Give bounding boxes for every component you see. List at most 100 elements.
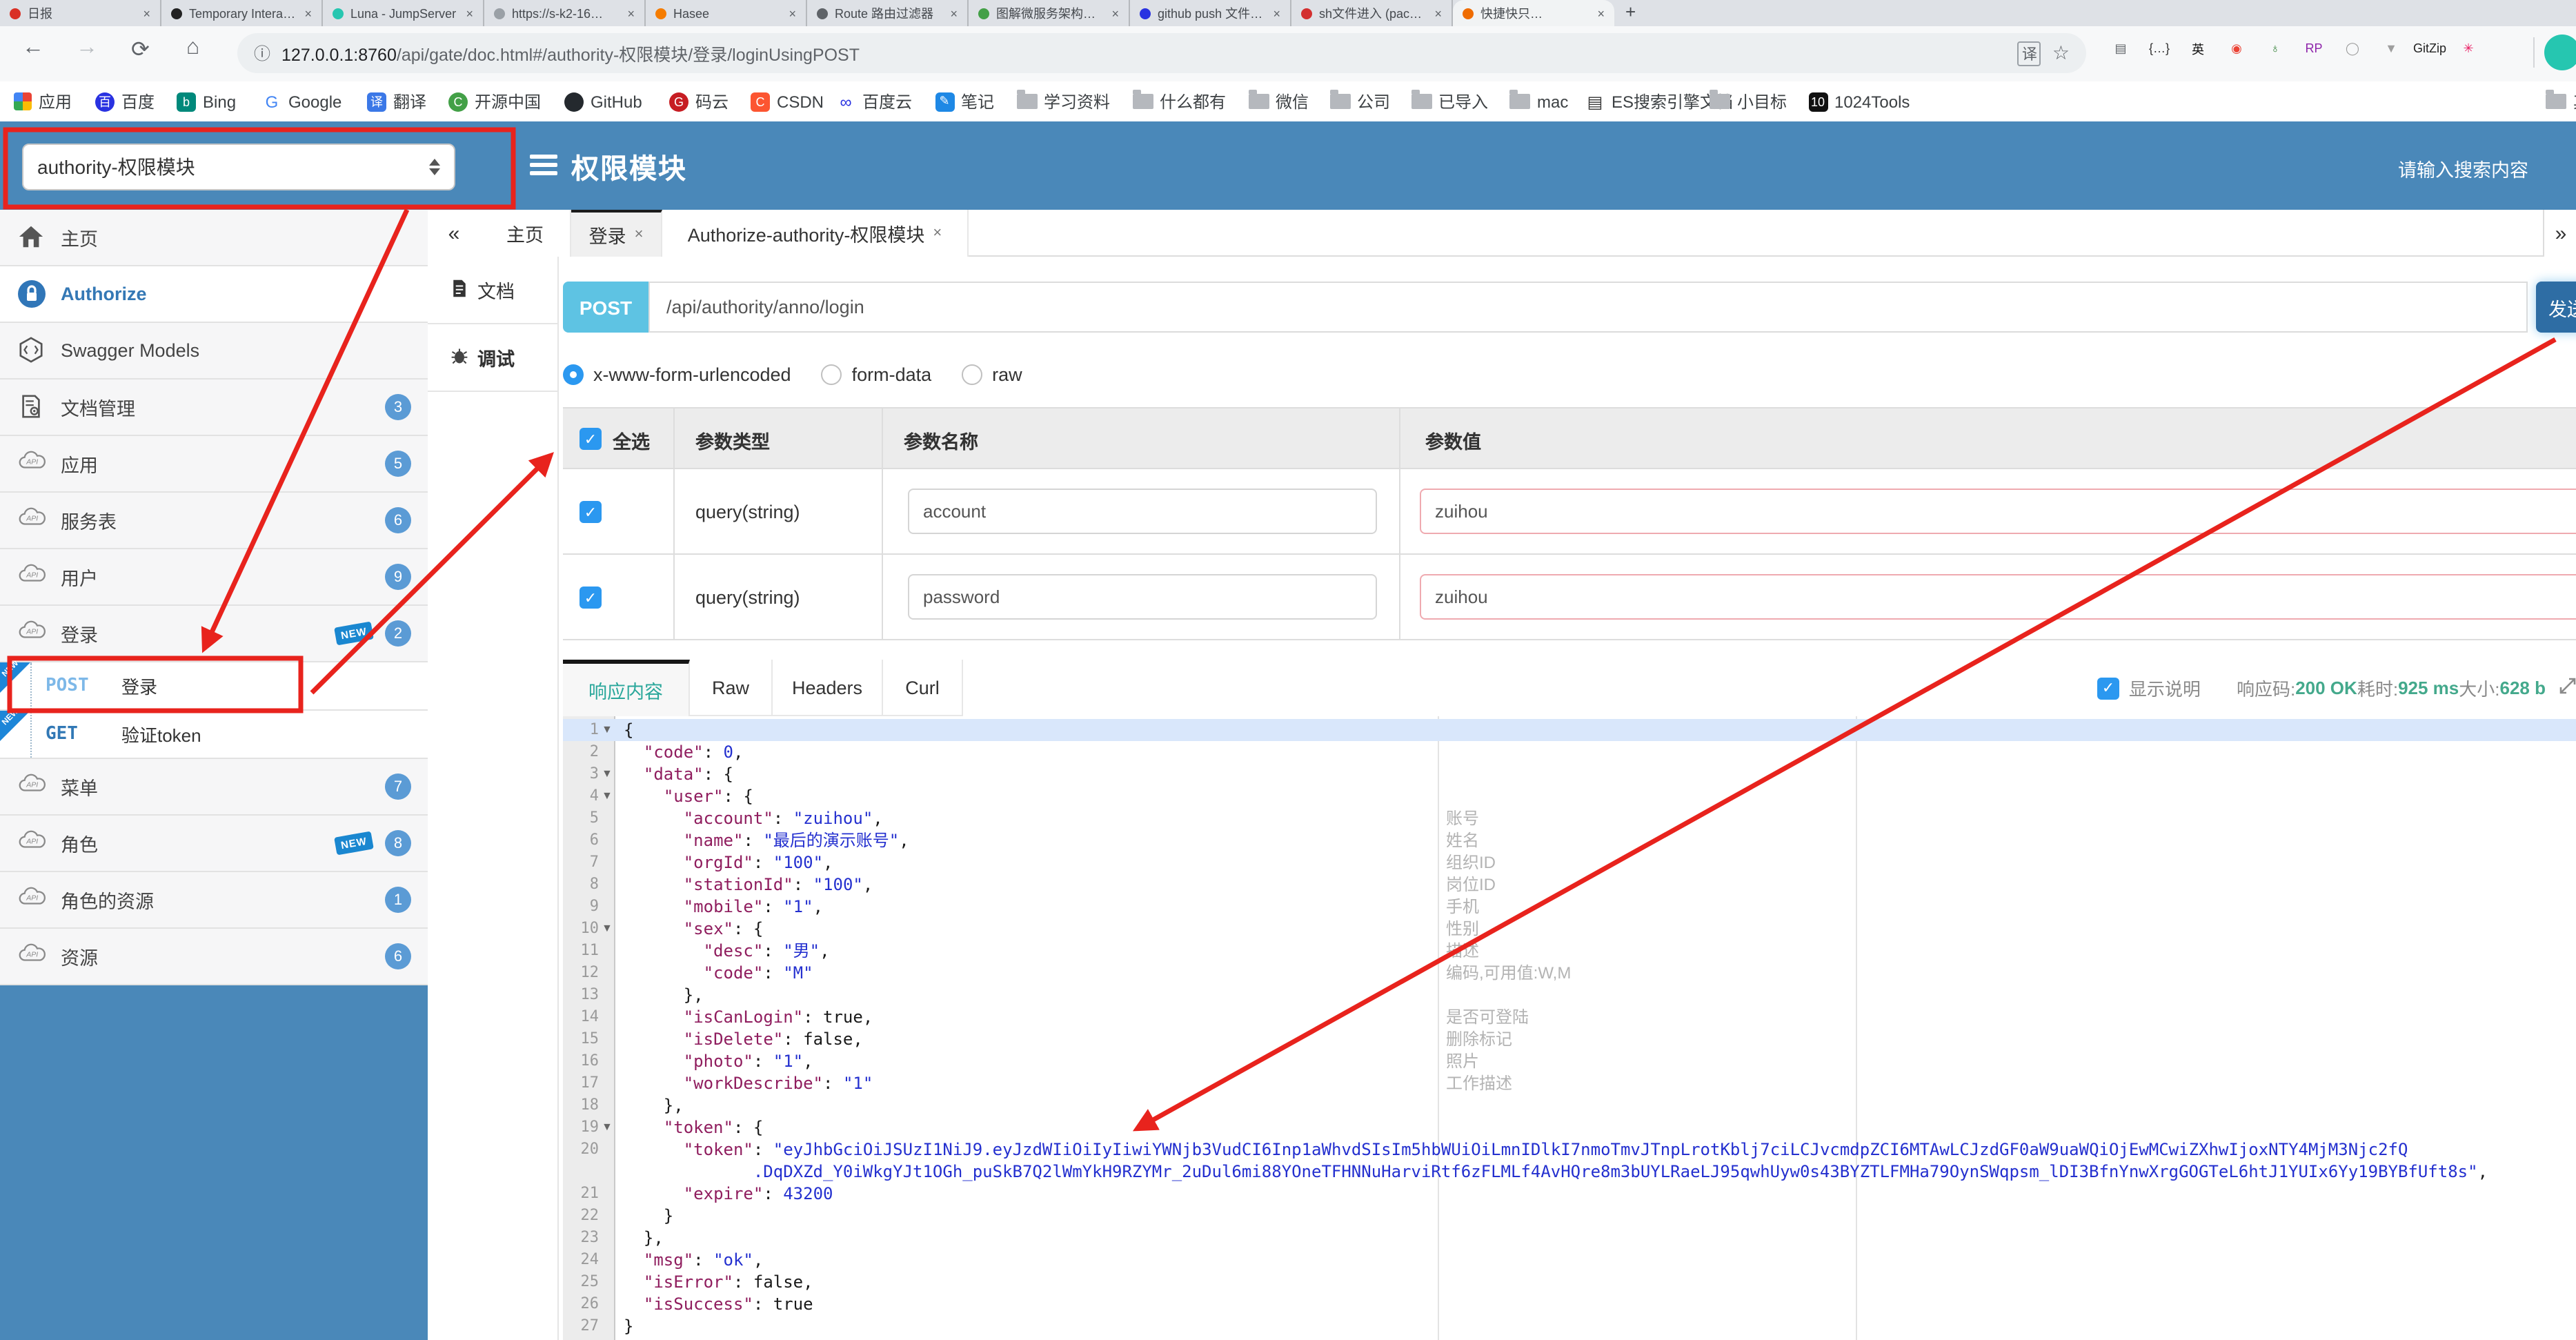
bookmark-item[interactable]: 已导入 — [1411, 88, 1488, 115]
browser-tab[interactable]: Luna - JumpServer × — [323, 0, 484, 26]
line-number[interactable]: 5 — [563, 807, 599, 829]
tab-close-icon[interactable]: × — [1597, 6, 1605, 20]
tab-close-icon[interactable]: × — [304, 6, 312, 20]
bookmark-item[interactable]: G Google — [262, 88, 342, 115]
browser-tab[interactable]: Route 路由过滤器 × — [807, 0, 969, 26]
response-tab-Headers[interactable]: Headers — [773, 660, 883, 716]
browser-tab[interactable]: sh文件进入 (pack… × — [1291, 0, 1453, 26]
bookmark-item[interactable]: 小目标 — [1710, 88, 1787, 115]
bookmark-item[interactable]: G 码云 — [669, 88, 729, 115]
extension-icon[interactable]: {…} — [2147, 36, 2172, 61]
profile-avatar[interactable] — [2544, 35, 2576, 70]
response-tab-Raw[interactable]: Raw — [690, 660, 773, 716]
radio-x-www-form-urlencoded[interactable]: x-www-form-urlencoded — [563, 364, 791, 384]
browser-tab[interactable]: 快捷快只… × — [1453, 0, 1614, 26]
panel-tab-文档[interactable]: 文档 — [428, 257, 557, 324]
request-path-input[interactable]: /api/authority/anno/login — [648, 282, 2528, 333]
tab-close-icon[interactable]: × — [1111, 6, 1119, 20]
line-number[interactable]: 26 — [563, 1293, 600, 1315]
bookmark-item[interactable]: C CSDN — [751, 88, 824, 115]
sidebar-op-post[interactable]: NEW POST 登录 — [0, 660, 428, 711]
param-value-input[interactable]: zuihou — [1420, 489, 2576, 534]
fold-arrow-icon[interactable]: ▼ — [602, 1116, 613, 1139]
tab-close-icon[interactable]: × — [1434, 6, 1442, 20]
site-info-icon[interactable]: ⓘ — [254, 41, 270, 65]
sidebar-item-服务表[interactable]: API 服务表 6 — [0, 493, 428, 549]
fold-arrow-icon[interactable]: ▼ — [602, 918, 613, 940]
bookmark-item[interactable]: 译翻译 — [367, 88, 426, 115]
line-number[interactable]: 3 — [563, 763, 599, 785]
line-number[interactable]: 6 — [563, 829, 599, 851]
sidebar-item-Authorize[interactable]: Authorize — [0, 266, 428, 323]
bookmark-star-icon[interactable]: ☆ — [2052, 41, 2070, 65]
line-number[interactable]: 12 — [563, 962, 600, 984]
extension-icon[interactable]: ◉ — [2224, 36, 2249, 61]
bookmark-item[interactable]: 微信 — [1248, 88, 1309, 115]
line-number[interactable]: 14 — [563, 1006, 600, 1028]
radio-form-data[interactable]: form-data — [821, 364, 931, 384]
fold-arrow-icon[interactable]: ▼ — [602, 763, 613, 785]
sidebar-item-登录[interactable]: API 登录 NEW 2 — [0, 606, 428, 662]
bookmark-item[interactable]: mac — [1509, 88, 1568, 115]
param-value-input[interactable]: zuihou — [1420, 574, 2576, 620]
send-button[interactable]: 发送 — [2536, 282, 2576, 333]
line-number[interactable]: 9 — [563, 896, 599, 918]
tab-close-icon[interactable]: × — [466, 6, 473, 20]
row-checkbox[interactable]: ✓ — [579, 501, 602, 523]
bookmark-item[interactable]: 10 1024Tools — [1808, 88, 1910, 115]
browser-tab[interactable]: 图解微服务架构三… × — [969, 0, 1130, 26]
panel-tab-调试[interactable]: 调试 — [428, 324, 557, 392]
line-number[interactable]: 11 — [563, 940, 600, 962]
reload-icon[interactable]: ⟳ — [131, 36, 150, 63]
line-number[interactable]: 8 — [563, 874, 599, 896]
sidebar-item-文档管理[interactable]: 文档管理 3 — [0, 380, 428, 436]
bookmark-item[interactable]: ✎ 笔记 — [935, 88, 994, 115]
line-number[interactable]: 24 — [563, 1249, 600, 1271]
select-all-checkbox[interactable]: ✓ — [579, 428, 602, 450]
sidebar-op-get[interactable]: NEW GET 验证token — [0, 708, 428, 759]
line-number[interactable]: 23 — [563, 1227, 600, 1249]
bookmark-item[interactable]: 百百度 — [95, 88, 155, 115]
sidebar-item-角色[interactable]: API 角色 NEW 8 — [0, 816, 428, 872]
line-number[interactable]: 16 — [563, 1050, 600, 1072]
browser-tab[interactable]: github push 文件夹… × — [1130, 0, 1291, 26]
extension-icon[interactable]: RP — [2301, 36, 2326, 61]
line-number[interactable]: 20 — [563, 1139, 600, 1161]
row-checkbox[interactable]: ✓ — [579, 587, 602, 609]
line-number[interactable]: 4 — [563, 785, 599, 807]
line-number[interactable]: 18 — [563, 1094, 600, 1116]
bookmark-item[interactable]: 应用 — [14, 88, 72, 115]
tab-close-icon[interactable]: × — [635, 226, 644, 243]
line-number[interactable]: 7 — [563, 851, 599, 874]
browser-tab[interactable]: https://s-k2-16… × — [484, 0, 646, 26]
sidebar-item-Swagger Models[interactable]: Swagger Models — [0, 323, 428, 380]
sidebar-item-用户[interactable]: API 用户 9 — [0, 549, 428, 606]
url-text[interactable]: 127.0.0.1:8760/api/gate/doc.html#/author… — [281, 40, 860, 66]
extension-icon[interactable]: ◯ — [2340, 36, 2365, 61]
sidebar-item-应用[interactable]: API 应用 5 — [0, 436, 428, 493]
content-tab-登录[interactable]: 登录 × — [571, 210, 662, 257]
bookmark-item[interactable]: C 开源中国 — [448, 88, 541, 115]
line-number[interactable]: 2 — [563, 741, 599, 763]
line-number[interactable]: 1 — [563, 719, 599, 741]
line-number[interactable]: 21 — [563, 1183, 600, 1205]
param-name-input[interactable]: account — [908, 489, 1377, 534]
tab-close-icon[interactable]: × — [143, 6, 150, 20]
response-tab-响应内容[interactable]: 响应内容 — [563, 660, 690, 716]
radio-icon[interactable] — [563, 364, 584, 384]
bookmark-item[interactable]: 什么都有 — [1132, 88, 1226, 115]
extension-icon[interactable]: ▤ — [2108, 36, 2133, 61]
tab-close-icon[interactable]: × — [627, 6, 635, 20]
line-number[interactable]: 17 — [563, 1072, 600, 1094]
tab-close-icon[interactable]: × — [1273, 6, 1280, 20]
radio-icon[interactable] — [962, 364, 983, 384]
radio-icon[interactable] — [821, 364, 842, 384]
line-number[interactable]: 19 — [563, 1116, 600, 1139]
new-tab-button[interactable]: + — [1625, 1, 1636, 22]
content-tab-Authorize-authority-权限模块[interactable]: Authorize-authority-权限模块 × — [662, 210, 969, 257]
url-bar[interactable]: ⓘ 127.0.0.1:8760/api/gate/doc.html#/auth… — [237, 33, 2086, 73]
line-number[interactable]: 10 — [563, 918, 600, 940]
forward-icon[interactable]: → — [76, 36, 98, 61]
extension-icon[interactable]: ✳ — [2456, 36, 2481, 61]
line-number[interactable]: 13 — [563, 984, 600, 1006]
